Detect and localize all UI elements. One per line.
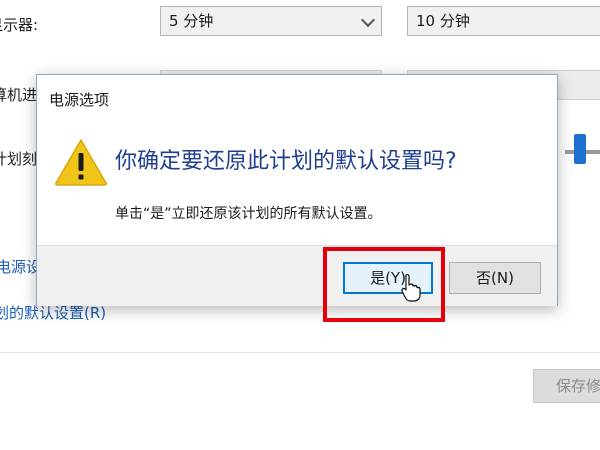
brightness-slider-thumb[interactable]	[574, 134, 586, 164]
no-button[interactable]: 否(N)	[449, 262, 541, 294]
dialog-button-bar: 是(Y) 否(N)	[37, 245, 557, 306]
red-highlight-box	[323, 247, 445, 322]
warning-icon	[55, 139, 107, 186]
display-off-plugged-value: 10 分钟	[416, 12, 470, 30]
display-off-plugged-select[interactable]: 10 分钟	[407, 6, 600, 36]
dialog-title: 电源选项	[49, 91, 110, 109]
display-off-battery-select[interactable]: 5 分钟	[160, 6, 382, 36]
main-instruction: 你确定要还原此计划的默认设置吗?	[115, 149, 457, 174]
display-off-battery-value: 5 分钟	[169, 12, 214, 30]
sleep-label: 算机进	[0, 86, 38, 104]
display-off-label: 显示器:	[0, 16, 39, 34]
power-settings-link[interactable]: 电源设	[0, 256, 41, 277]
save-changes-button[interactable]: 保存修	[533, 369, 600, 403]
content-text: 单击“是”立即还原该计划的所有默认设置。	[115, 206, 382, 222]
brightness-label: 计划刻	[0, 150, 38, 168]
pointer-cursor-icon	[401, 274, 421, 302]
divider	[0, 352, 600, 353]
chevron-down-icon	[360, 12, 376, 28]
power-options-dialog: 电源选项 你确定要还原此计划的默认设置吗? 单击“是”立即还原该计划的所有默认设…	[36, 74, 558, 306]
